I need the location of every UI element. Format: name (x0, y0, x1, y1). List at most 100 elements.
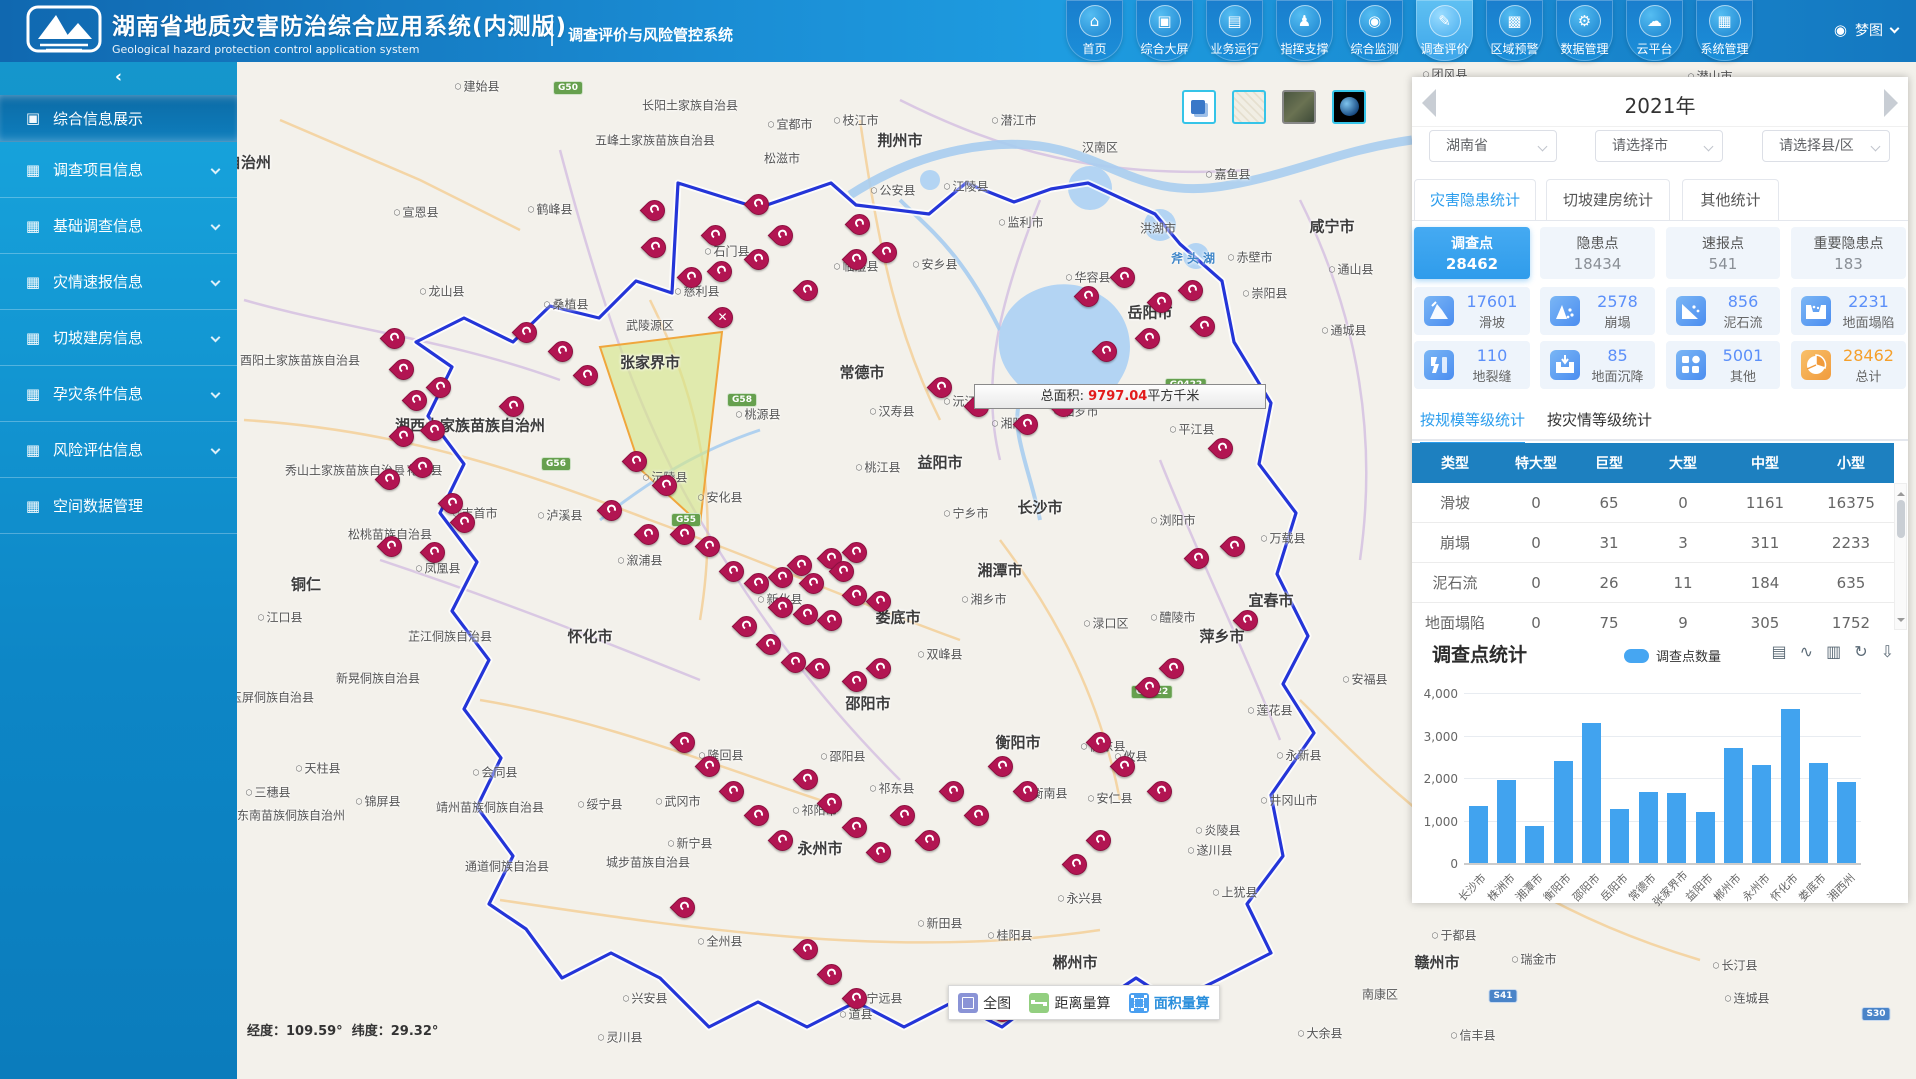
satellite-basemap-button[interactable] (1282, 90, 1316, 124)
sidebar-item-label: 切坡建房信息 (53, 327, 143, 348)
line-chart-icon[interactable]: ∿ (1800, 642, 1813, 661)
hazard-glyph-icon (854, 217, 866, 229)
summary-card[interactable]: 调查点28462 (1414, 227, 1530, 279)
nav-item-label: 区域预警 (1490, 40, 1538, 57)
nav-item[interactable]: ▣综合大屏 (1136, 0, 1193, 61)
hazard-glyph-icon (429, 545, 441, 557)
nav-item[interactable]: ▤业务运行 (1206, 0, 1263, 61)
data-view-icon[interactable]: ▤ (1772, 642, 1787, 661)
scroll-up-icon[interactable] (1897, 488, 1905, 496)
scroll-down-icon[interactable] (1897, 618, 1905, 626)
hazard-glyph-icon (1083, 289, 1095, 301)
hazard-glyph-icon (777, 228, 789, 240)
tab-item[interactable]: 切坡建房统计 (1546, 179, 1670, 220)
survey-chart-section: 调查点统计 调查点数量 ▤∿▥↻⇩ 01,0002,0003,0004,000 … (1412, 630, 1908, 903)
hazard-stat-card: 28462总计 (1791, 341, 1906, 389)
bar-chart-icon[interactable]: ▥ (1826, 642, 1841, 661)
user-menu[interactable]: ◉ 梦图 (1834, 20, 1898, 40)
tab-item[interactable]: 灾害隐患统计 (1414, 179, 1536, 220)
nav-item[interactable]: ▦系统管理 (1696, 0, 1753, 61)
hazard-stat-value: 2578 (1580, 292, 1655, 311)
legend-swatch (1624, 649, 1649, 663)
app-header: 湖南省地质灾害防治综合应用系统(内测版) Geological hazard p… (0, 0, 1916, 62)
subtab-item[interactable]: 按规模等级统计 (1420, 409, 1525, 444)
grid-line (1464, 736, 1861, 737)
map-tool-label: 全图 (983, 993, 1011, 1013)
region-select[interactable]: 请选择县/区 (1762, 130, 1890, 162)
grid-line (1464, 778, 1861, 779)
nav-item[interactable]: ☁云平台 (1626, 0, 1683, 61)
summary-card[interactable]: 速报点541 (1666, 227, 1780, 279)
sidebar-collapse-button[interactable]: ‹ (0, 62, 237, 95)
sidebar-item[interactable]: ▦调查项目信息 (0, 142, 237, 198)
hazard-glyph-icon (826, 967, 838, 979)
sidebar-item[interactable]: ▦空间数据管理 (0, 478, 237, 534)
summary-card-label: 速报点 (1666, 233, 1780, 253)
y-axis-tick: 0 (1418, 857, 1458, 871)
chart-bar (1582, 723, 1601, 863)
table-cell: 16375 (1808, 494, 1894, 512)
chart-bar (1497, 780, 1516, 863)
grid-icon: ▦ (24, 161, 42, 179)
table-cell: 9 (1644, 614, 1722, 631)
scroll-thumb[interactable] (1897, 500, 1905, 538)
current-year: 2021年 (1412, 90, 1908, 119)
table-cell: 0 (1498, 574, 1574, 592)
eye-icon[interactable]: ◉ (1834, 21, 1847, 39)
hazard-stat-card: 856泥石流 (1666, 287, 1780, 335)
nav-item-icon: ⚙ (1569, 5, 1601, 37)
globe-basemap-button[interactable] (1332, 90, 1366, 124)
table-cell: 635 (1808, 574, 1894, 592)
nav-item[interactable]: ◉综合监测 (1346, 0, 1403, 61)
refresh-icon[interactable]: ↻ (1854, 642, 1867, 661)
region-select[interactable]: 湖南省 (1429, 130, 1557, 162)
measure-value: 9797.04 (1088, 389, 1147, 404)
nav-item[interactable]: ♟指挥支撑 (1276, 0, 1333, 61)
table-scrollbar[interactable] (1894, 483, 1907, 630)
map-tool-dist[interactable]: 距离量算 (1029, 993, 1110, 1013)
title-block: 湖南省地质灾害防治综合应用系统(内测版) Geological hazard p… (112, 7, 567, 56)
sidebar-item[interactable]: ▦切坡建房信息 (0, 310, 237, 366)
sidebar-item[interactable]: ▦风险评估信息 (0, 422, 237, 478)
download-icon[interactable]: ⇩ (1881, 642, 1894, 661)
subtab-item[interactable]: 按灾情等级统计 (1547, 409, 1652, 442)
next-year-button[interactable] (1884, 89, 1898, 117)
nav-item-icon: ▤ (1219, 5, 1251, 37)
hazard-glyph-icon (429, 423, 441, 435)
street-basemap-button[interactable] (1232, 90, 1266, 124)
nav-item[interactable]: ▩区域预警 (1486, 0, 1543, 61)
table-cell: 31 (1574, 534, 1644, 552)
hazard-stat-value: 110 (1454, 346, 1530, 365)
hazard-glyph-icon (686, 270, 698, 282)
measure-unit: 平方千米 (1147, 389, 1199, 404)
chart-bar (1781, 709, 1800, 863)
tab-item[interactable]: 其他统计 (1682, 179, 1779, 220)
sidebar-item-label: 空间数据管理 (53, 495, 143, 516)
chart-legend[interactable]: 调查点数量 (1624, 646, 1721, 665)
nav-item[interactable]: ⌂首页 (1066, 0, 1123, 61)
sidebar-item[interactable]: ▦灾情速报信息 (0, 254, 237, 310)
chart-bar (1696, 812, 1715, 863)
sidebar-item[interactable]: ▦孕灾条件信息 (0, 366, 237, 422)
summary-card[interactable]: 隐患点18434 (1540, 227, 1655, 279)
hazard-glyph-icon (875, 594, 887, 606)
map-tool-label: 距离量算 (1054, 993, 1110, 1013)
map-tool-full[interactable]: 全图 (958, 993, 1011, 1013)
summary-card[interactable]: 重要隐患点183 (1791, 227, 1906, 279)
hazard-glyph-icon (508, 399, 520, 411)
sidebar-item[interactable]: ▣综合信息展示 (0, 95, 237, 142)
basemap-switcher (1182, 90, 1366, 124)
nav-item-icon: ◉ (1359, 5, 1391, 37)
nav-item[interactable]: ✎调查评价 (1416, 0, 1473, 61)
hazard-glyph-icon (679, 900, 691, 912)
hazard-glyph-icon (924, 833, 936, 845)
nav-item[interactable]: ⚙数据管理 (1556, 0, 1613, 61)
region-select[interactable]: 请选择市 (1595, 130, 1723, 162)
map-tool-area[interactable]: 面积量算 (1129, 993, 1210, 1013)
stat-table-header: 类型特大型巨型大型中型小型 (1412, 443, 1894, 483)
hazard-stat-label: 泥石流 (1706, 312, 1780, 331)
hazard-glyph-icon (1071, 857, 1083, 869)
chevron-down-icon (1704, 142, 1714, 152)
sidebar-item[interactable]: ▦基础调查信息 (0, 198, 237, 254)
layers-icon[interactable] (1182, 90, 1216, 124)
